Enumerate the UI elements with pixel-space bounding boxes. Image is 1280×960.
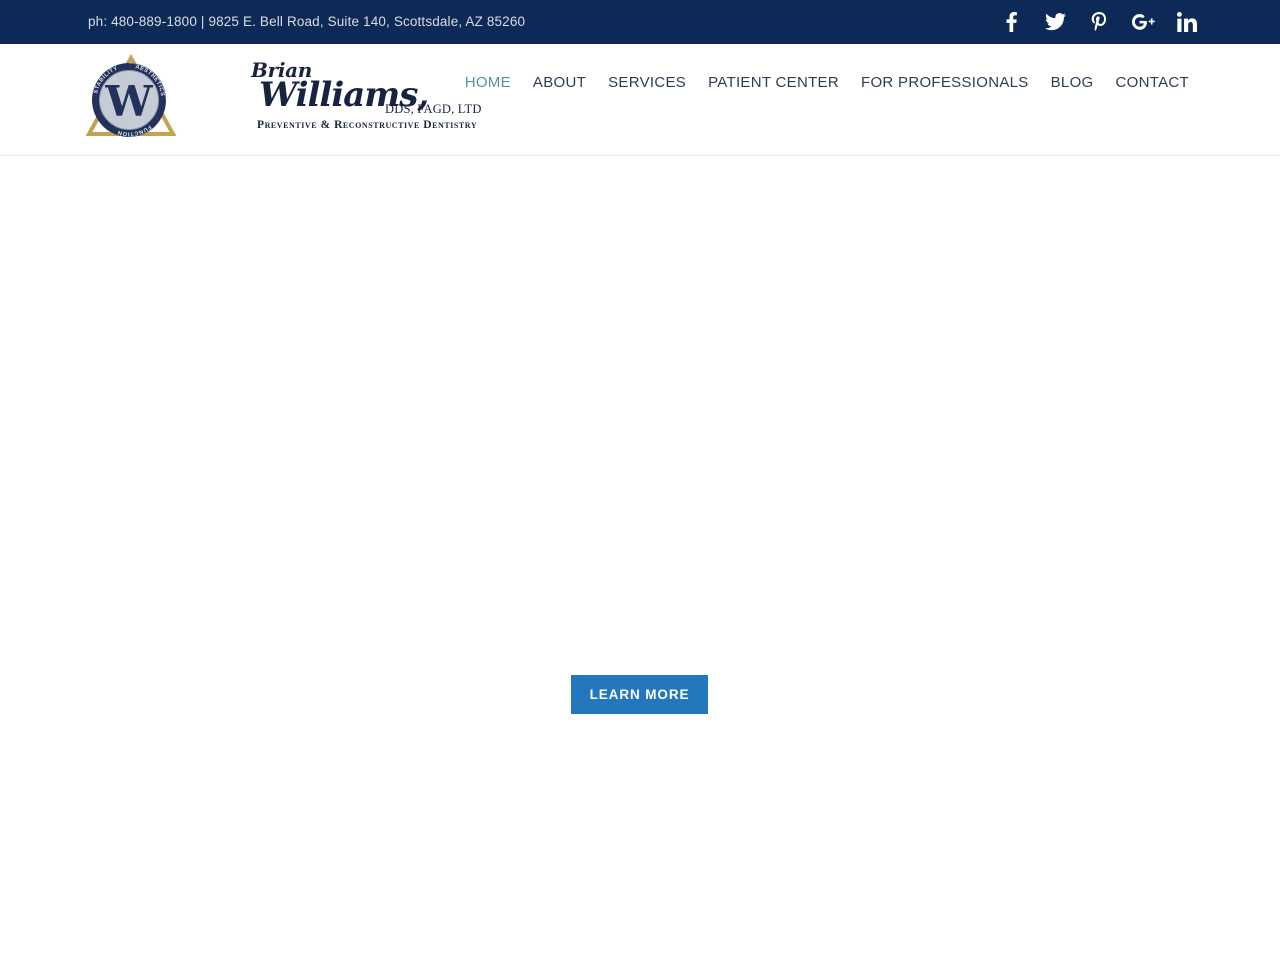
logo-tagline: Preventive & Reconstructive Dentistry: [257, 119, 478, 131]
nav-item-about[interactable]: ABOUT: [522, 74, 597, 91]
site-header: W STABILITY AESTHETICS FUNCTION Brian Wi…: [0, 44, 1280, 156]
svg-text:W: W: [104, 77, 153, 126]
nav-item-contact[interactable]: CONTACT: [1105, 74, 1200, 91]
social-link-pinterest[interactable]: [1088, 11, 1110, 33]
hero-banner: LEARN MORE: [0, 157, 1280, 960]
nav-item-for-professionals[interactable]: FOR PROFESSIONALS: [850, 74, 1040, 91]
facebook-icon: [1005, 12, 1017, 32]
google-plus-icon: [1131, 14, 1155, 30]
twitter-icon: [1044, 13, 1066, 31]
main-content: LEARN MORE: [0, 157, 1280, 960]
social-link-twitter[interactable]: [1044, 11, 1066, 33]
social-link-facebook[interactable]: [1000, 11, 1022, 33]
social-link-linkedin[interactable]: [1176, 11, 1198, 33]
pinterest-icon: [1091, 12, 1107, 32]
nav-item-home[interactable]: HOME: [454, 74, 522, 91]
linkedin-icon: [1177, 12, 1197, 32]
social-link-googleplus[interactable]: [1131, 11, 1155, 33]
nav-item-patient-center[interactable]: PATIENT CENTER: [697, 74, 850, 91]
logo-wordmark: Brian Williams, DDS, FAGD, LTD Preventiv…: [167, 56, 481, 146]
top-utility-bar: ph: 480-889-1800 | 9825 E. Bell Road, Su…: [0, 0, 1280, 44]
logo-emblem-icon: W STABILITY AESTHETICS FUNCTION: [85, 53, 177, 146]
logo-credentials: DDS, FAGD, LTD: [385, 102, 482, 116]
nav-item-blog[interactable]: BLOG: [1040, 74, 1105, 91]
nav-item-services[interactable]: SERVICES: [597, 74, 697, 91]
main-navigation: HOME ABOUT SERVICES PATIENT CENTER FOR P…: [454, 74, 1200, 91]
social-links: [1000, 0, 1198, 44]
site-logo[interactable]: W STABILITY AESTHETICS FUNCTION Brian Wi…: [85, 50, 481, 150]
contact-info-text: ph: 480-889-1800 | 9825 E. Bell Road, Su…: [88, 14, 526, 29]
learn-more-button[interactable]: LEARN MORE: [571, 675, 708, 714]
